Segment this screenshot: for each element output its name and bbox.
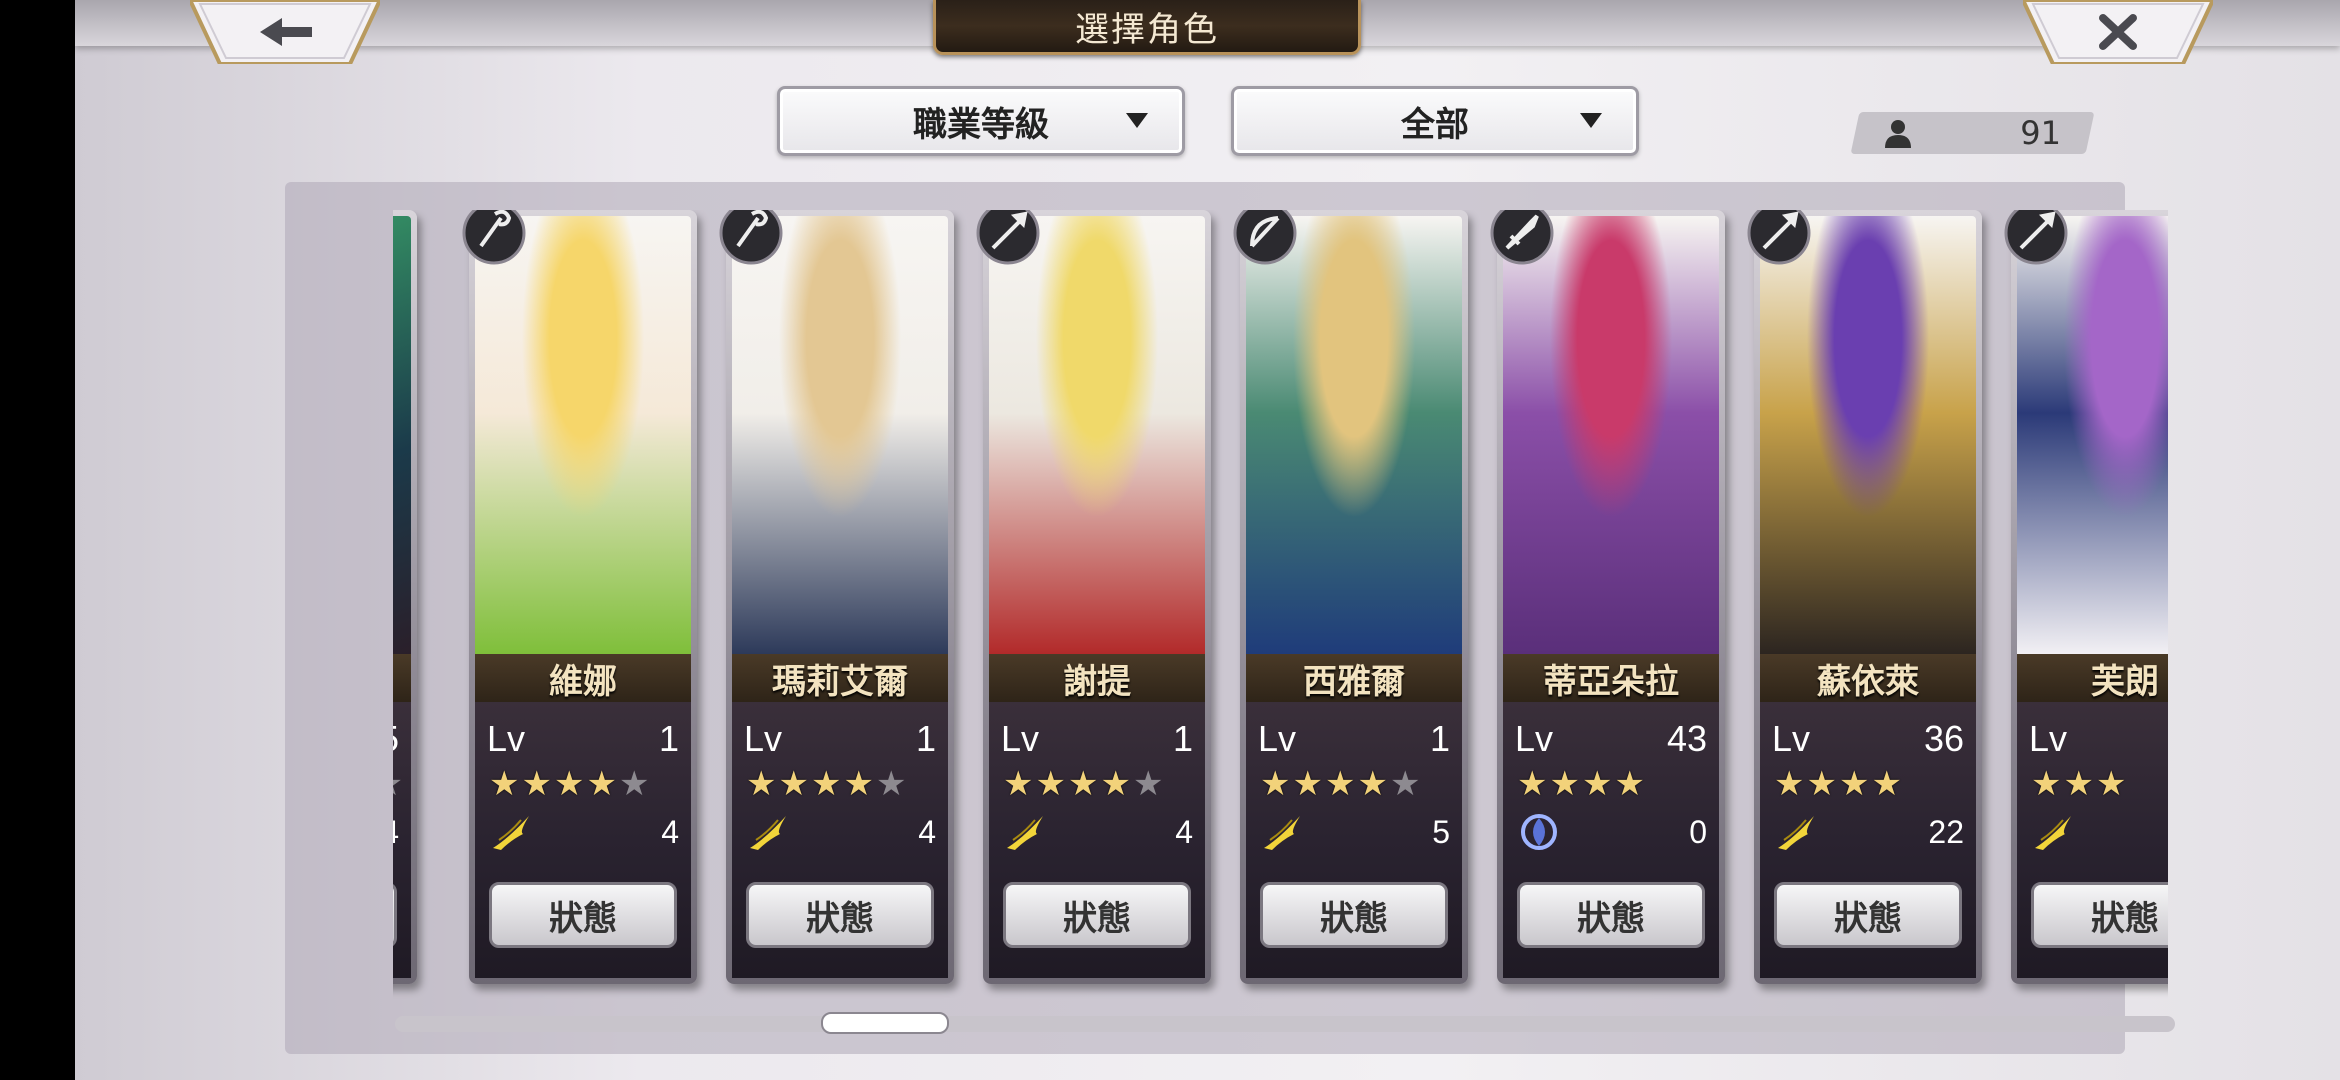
close-button[interactable] — [2023, 0, 2213, 64]
character-name: 瑪莉艾爾 — [772, 661, 908, 702]
character-card[interactable]: 西雅爾 Lv 1 ★★★★★ 5 狀態 — [1233, 210, 1468, 984]
element-count: 4 — [1175, 814, 1193, 850]
class-rank-sort-dropdown[interactable]: 職業等級 — [777, 86, 1185, 156]
rarity-stars: ★★★★ — [1517, 764, 1647, 804]
status-button[interactable]: 狀態 — [1774, 882, 1962, 948]
character-portrait — [2017, 216, 2168, 654]
status-button[interactable]: 狀態 — [489, 882, 677, 948]
title-plate: 選擇角色 — [933, 0, 1361, 55]
class-spear-icon — [2004, 210, 2068, 265]
back-button[interactable] — [190, 0, 380, 64]
character-portrait — [393, 216, 411, 654]
class-staff-icon — [719, 210, 783, 265]
user-icon — [1885, 120, 1911, 148]
class-sword-icon — [1490, 210, 1554, 265]
character-card[interactable]: 瑪莉艾爾 Lv 1 ★★★★★ 4 狀態 — [719, 210, 954, 984]
character-level: 1 — [1429, 718, 1450, 759]
status-button-label: 狀態 — [2091, 898, 2159, 939]
element-count: 4 — [393, 814, 399, 851]
status-button-label: 狀態 — [549, 898, 617, 939]
level-label: Lv — [744, 718, 783, 759]
status-button[interactable]: 狀態 — [1517, 882, 1705, 948]
rarity-stars: ★★★★ — [1774, 764, 1904, 804]
wind-element-icon — [1007, 816, 1043, 850]
character-level: 1 — [915, 718, 936, 759]
character-portrait — [1246, 216, 1462, 654]
rarity-stars: ★★★★★ — [489, 764, 652, 804]
class-spear-icon — [976, 210, 1040, 265]
category-filter-dropdown[interactable]: 全部 — [1231, 86, 1639, 156]
class-rank-sort-label: 職業等級 — [913, 104, 1049, 145]
character-level: 1 — [1172, 718, 1193, 759]
character-portrait — [732, 216, 948, 654]
character-portrait — [1760, 216, 1976, 654]
element-count: 5 — [1432, 814, 1450, 850]
chevron-down-icon — [1580, 113, 1602, 128]
level-label: Lv — [1001, 718, 1040, 759]
status-button[interactable]: 狀態 — [1003, 882, 1191, 948]
wind-element-icon — [750, 816, 786, 850]
character-portrait — [989, 216, 1205, 654]
wind-element-icon — [2035, 816, 2071, 850]
status-button[interactable]: 狀態 — [1260, 882, 1448, 948]
element-count: 22 — [1928, 814, 1964, 850]
class-bow-icon — [1233, 210, 1297, 265]
category-filter-label: 全部 — [1401, 104, 1469, 145]
chevron-down-icon — [1126, 113, 1148, 128]
character-card[interactable]: 維娜 Lv 1 ★★★★★ 4 狀態 — [462, 210, 697, 984]
character-card[interactable]: 謝提 Lv 1 ★★★★★ 4 狀態 — [976, 210, 1211, 984]
close-icon — [2023, 0, 2213, 64]
character-name: 芙朗 — [2091, 661, 2159, 702]
character-card[interactable]: 蒂亞朵拉 Lv 43 ★★★★ 0 狀態 — [1490, 210, 1725, 984]
character-level: 5 — [393, 718, 399, 760]
status-button[interactable]: 狀態 — [746, 882, 934, 948]
character-level: 43 — [1666, 718, 1707, 759]
level-label: Lv — [1258, 718, 1297, 759]
rarity-stars: ★★★★★ — [1260, 764, 1423, 804]
wind-element-icon — [493, 816, 529, 850]
character-card[interactable]: 蘇依萊 Lv 36 ★★★★ 22 狀態 — [1747, 210, 1982, 984]
rarity-stars: ★★★ — [2031, 764, 2129, 804]
screen: 選擇角色 職業等級 全部 91 5 ★ 4 維娜Lv1★★★★★4狀態瑪莉艾爾L… — [75, 0, 2340, 1080]
character-name: 蘇依萊 — [1817, 661, 1919, 702]
character-card[interactable]: 芙朗 Lv ★★★ 狀態 — [2004, 210, 2168, 984]
status-button-label: 狀態 — [806, 898, 874, 939]
horizontal-scrollbar[interactable] — [395, 1016, 2175, 1032]
level-label: Lv — [487, 718, 526, 759]
character-count: 91 — [1863, 112, 2083, 154]
character-name: 西雅爾 — [1303, 661, 1405, 702]
character-name: 謝提 — [1063, 661, 1131, 702]
level-label: Lv — [1772, 718, 1811, 759]
character-level: 36 — [1923, 718, 1964, 759]
status-button-label: 狀態 — [1063, 898, 1131, 939]
character-level: 1 — [658, 718, 679, 759]
wind-element-icon — [1778, 816, 1814, 850]
character-carousel[interactable]: 5 ★ 4 維娜Lv1★★★★★4狀態瑪莉艾爾Lv1★★★★★4狀態謝提Lv1★… — [393, 210, 2168, 1000]
wind-element-icon — [1264, 816, 1300, 850]
character-portrait — [1503, 216, 1719, 654]
element-count: 4 — [661, 814, 679, 850]
character-portrait — [475, 216, 691, 654]
status-button[interactable]: 狀態 — [2031, 882, 2168, 948]
level-label: Lv — [2029, 718, 2068, 759]
status-button-label: 狀態 — [1320, 898, 1388, 939]
page-title: 選擇角色 — [1075, 9, 1219, 50]
status-button-label: 狀態 — [1577, 898, 1645, 939]
character-card-partial[interactable]: 5 ★ 4 — [393, 210, 417, 984]
character-count-value: 91 — [2020, 114, 2061, 152]
water-element-icon — [1521, 814, 1557, 850]
rarity-stars: ★★★★★ — [1003, 764, 1166, 804]
character-name: 蒂亞朵拉 — [1543, 661, 1679, 702]
character-name: 維娜 — [549, 661, 617, 702]
class-staff-icon — [462, 210, 526, 265]
rarity-stars: ★★★★★ — [746, 764, 909, 804]
level-label: Lv — [1515, 718, 1554, 759]
element-count: 4 — [918, 814, 936, 850]
class-spear-icon — [1747, 210, 1811, 265]
element-count: 0 — [1689, 814, 1707, 850]
status-button-label: 狀態 — [1834, 898, 1902, 939]
back-arrow-icon — [190, 0, 380, 64]
scrollbar-thumb[interactable] — [821, 1012, 949, 1034]
